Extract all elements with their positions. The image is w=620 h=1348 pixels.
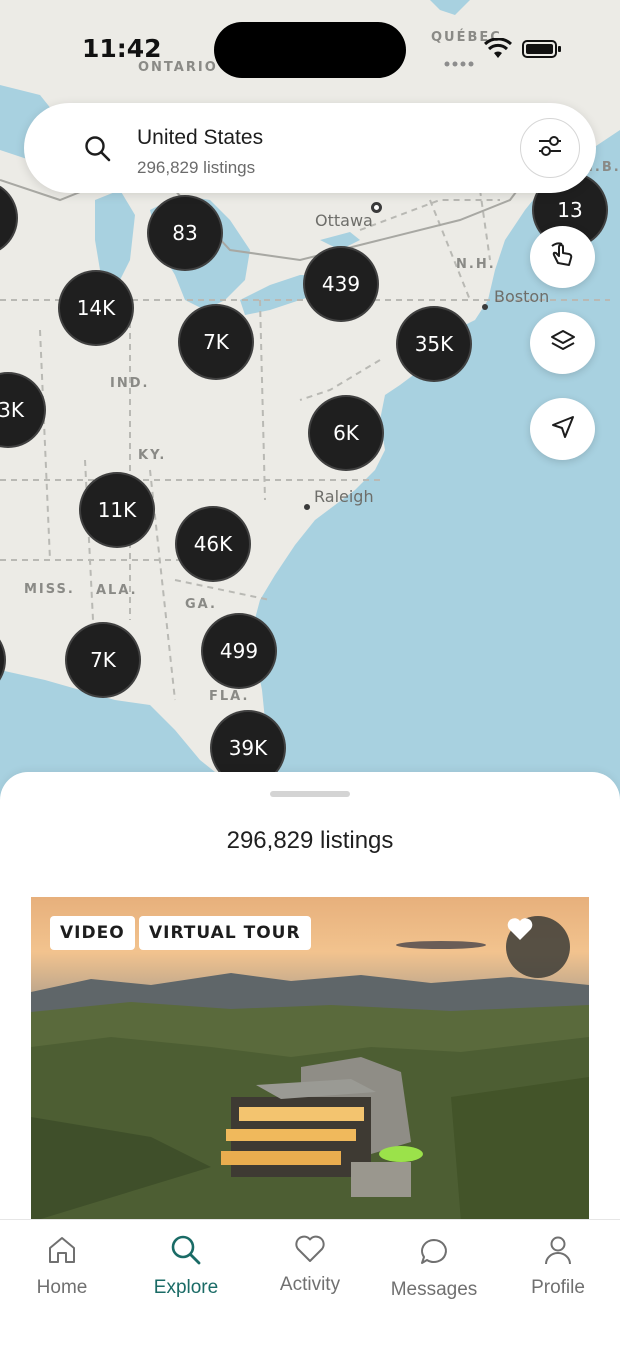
map-cluster[interactable]: 35K (396, 306, 472, 382)
map-cluster[interactable]: 7K (178, 304, 254, 380)
battery-icon (522, 39, 562, 64)
map-view[interactable]: ONTARIO QUÉBEC N.B. N.H. IND. KY. MISS. … (0, 0, 620, 800)
search-listing-count: 296,829 listings (137, 158, 256, 177)
person-icon (496, 1234, 620, 1266)
search-icon (124, 1234, 248, 1266)
tab-bar: Home Explore Activity Messages Profile (0, 1219, 620, 1348)
map-label-boston: Boston (494, 287, 550, 306)
tab-home-label: Home (36, 1277, 88, 1298)
tab-messages[interactable]: Messages (372, 1220, 496, 1320)
map-label-alabama: ALA. (96, 583, 138, 598)
map-label-kentucky: KY. (138, 448, 167, 463)
tab-profile-label: Profile (531, 1277, 585, 1298)
map-cluster[interactable]: 7K (65, 622, 141, 698)
status-time: 11:42 (82, 34, 162, 63)
chat-bubble-icon (372, 1236, 496, 1268)
search-icon (84, 135, 112, 168)
dynamic-island (214, 22, 406, 78)
tab-explore[interactable]: Explore (124, 1220, 248, 1320)
map-label-indiana: IND. (110, 376, 150, 391)
signal-dots-icon (444, 54, 474, 72)
map-cluster[interactable]: 439 (303, 246, 379, 322)
map-label-new-hampshire: N.H. (456, 257, 496, 272)
sheet-listing-count: 296,829 listings (226, 827, 394, 854)
map-label-florida: FLA. (209, 689, 250, 704)
tab-messages-label: Messages (390, 1279, 478, 1300)
tab-profile[interactable]: Profile (496, 1220, 620, 1320)
map-cluster[interactable]: 11K (79, 472, 155, 548)
sheet-grabber[interactable] (270, 791, 350, 797)
home-icon (0, 1234, 124, 1266)
tab-activity-label: Activity (279, 1274, 341, 1295)
city-marker-raleigh (304, 504, 310, 510)
current-location-button[interactable] (530, 398, 595, 460)
sliders-icon (537, 134, 563, 163)
city-marker-boston (482, 304, 488, 310)
tab-home[interactable]: Home (0, 1220, 124, 1320)
map-cluster[interactable]: 499 (201, 613, 277, 689)
search-location: United States (137, 126, 264, 149)
map-label-mississippi: MISS. (24, 582, 75, 597)
map-label-raleigh: Raleigh (314, 487, 374, 506)
draw-area-button[interactable] (530, 226, 595, 288)
badge-video: VIDEO (50, 916, 135, 950)
status-icons (444, 37, 562, 67)
search-bar[interactable]: United States 296,829 listings (24, 103, 596, 193)
badge-virtual-tour: VIRTUAL TOUR (139, 916, 311, 950)
layers-icon (549, 327, 577, 360)
map-cluster[interactable]: 83 (147, 195, 223, 271)
navigation-arrow-icon (550, 414, 576, 445)
map-cluster[interactable]: 46K (175, 506, 251, 582)
filter-button[interactable] (520, 118, 580, 178)
map-label-georgia: GA. (185, 597, 217, 612)
listing-card[interactable]: VIDEO VIRTUAL TOUR (31, 897, 589, 1222)
map-label-ottawa: Ottawa (315, 211, 373, 230)
heart-outline-icon (248, 1234, 372, 1264)
map-cluster[interactable]: 14K (58, 270, 134, 346)
map-cluster[interactable]: 6K (308, 395, 384, 471)
favorite-button[interactable] (506, 916, 570, 978)
map-layers-button[interactable] (530, 312, 595, 374)
tab-activity[interactable]: Activity (248, 1220, 372, 1320)
draw-hand-icon (549, 241, 577, 274)
wifi-icon (483, 37, 513, 65)
tab-explore-label: Explore (153, 1277, 219, 1298)
